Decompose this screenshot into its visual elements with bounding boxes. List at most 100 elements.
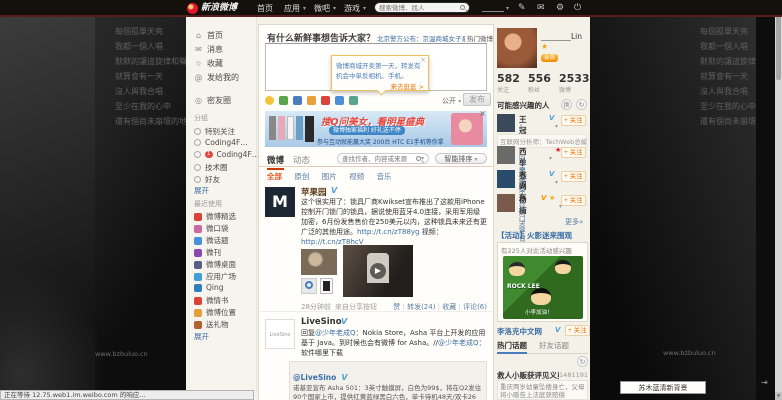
stat-posts[interactable]: 2533微博 (559, 72, 590, 94)
follow-button[interactable]: + 关注 (561, 147, 586, 158)
logout-icon[interactable]: ⏻ (574, 0, 581, 17)
app-item[interactable]: 微情书 (194, 295, 229, 306)
avatar[interactable]: LiveSino (265, 319, 295, 349)
follow-button[interactable]: + 关注 (565, 325, 590, 336)
nav-apps[interactable]: 应用 (284, 0, 300, 17)
weibo-logo-icon[interactable] (187, 3, 198, 14)
sidebar-item-home[interactable]: ⌂首页 (194, 30, 223, 41)
profile-username[interactable]: ________Lin (541, 32, 587, 41)
activity-account-link[interactable]: 李洛克中文网 (497, 326, 542, 337)
feed-search-input[interactable] (342, 155, 416, 163)
caret-down-icon[interactable]: ▾ (506, 0, 509, 17)
image-icon[interactable] (279, 96, 288, 105)
tab-hot-topics[interactable]: 热门话题 (497, 340, 527, 354)
profile-avatar[interactable] (497, 28, 537, 68)
event-icon[interactable] (349, 96, 358, 105)
smart-sort-button[interactable]: 智能排序 ▾ (435, 153, 487, 164)
search-icon[interactable] (460, 5, 465, 10)
poll-icon[interactable] (335, 96, 344, 105)
hot-weibo-link[interactable]: 热门微博 (467, 33, 493, 43)
member-badge[interactable]: 会员 (541, 54, 558, 62)
mention-link[interactable]: @少年老成Q (438, 339, 479, 347)
tab-activity[interactable]: 动态 (293, 154, 310, 166)
stat-following[interactable]: 582关注 (497, 72, 520, 94)
scrollbar-thumb[interactable] (776, 10, 781, 80)
group-coding4f-1[interactable]: Coding4F… (194, 138, 248, 147)
gear-icon[interactable]: ⚙ (556, 0, 564, 17)
dock-collapse-icon[interactable]: ⇥ (761, 378, 768, 387)
follow-button[interactable]: + 关注 (561, 115, 586, 126)
app-item[interactable]: 微博桌面 (194, 259, 236, 270)
global-search[interactable] (374, 2, 470, 13)
feed-search[interactable]: ▾ (337, 153, 429, 164)
tab-friend-topics[interactable]: 好友话题 (539, 340, 569, 351)
app-item[interactable]: 微博精选 (194, 211, 236, 222)
group-coding4f-2[interactable]: 1Coding4F… (194, 150, 259, 159)
composer-notice-link[interactable]: 北京警方公布：京温商城女子系自主坠楼身亡 (377, 33, 465, 43)
app-item[interactable]: 微话题 (194, 235, 229, 246)
nav-games[interactable]: 游戏 (344, 0, 360, 17)
suggestions-more-link[interactable]: 更多» (565, 217, 583, 227)
tab-weibo[interactable]: 微博 (267, 154, 284, 170)
activity-image[interactable]: ROCK LEE 小李加油！ (503, 256, 583, 319)
emoticon-icon[interactable] (265, 96, 274, 105)
sidebar-item-messages[interactable]: ✉消息 (194, 44, 223, 55)
weibo-logo-text[interactable]: 新浪微博 (201, 0, 237, 17)
ad-banner[interactable]: 搜Q问美女，看明星盛典 微博独家福利 好礼送不停 参与互动就能赢大奖 200台 … (265, 111, 487, 147)
sidebar-item-close-friends[interactable]: ◎密友圈 (194, 95, 231, 106)
mini-dropdown[interactable] (482, 11, 504, 12)
scroll-down-arrow[interactable]: ▼ (775, 392, 782, 400)
group-special-follow[interactable]: 特别关注 (194, 126, 235, 137)
post-author[interactable]: LiveSino (301, 317, 342, 327)
scrollbar[interactable]: ▲ ▼ (775, 0, 782, 400)
repost-action[interactable]: 转发(24) (407, 303, 435, 311)
stat-followers[interactable]: 556粉丝 (528, 72, 551, 94)
avatar[interactable] (497, 170, 515, 188)
comment-action[interactable]: 评论(6) (463, 303, 487, 311)
post-image-thumb[interactable] (301, 278, 317, 294)
nav-home[interactable]: 首页 (257, 0, 273, 17)
app-item[interactable]: 微博位置 (194, 307, 236, 318)
filter-original[interactable]: 原创 (294, 172, 309, 181)
groups-expand-link[interactable]: 展开 (194, 185, 209, 196)
app-item[interactable]: 微刊 (194, 247, 221, 258)
refresh-icon[interactable]: ↻ (577, 356, 588, 367)
group-tech[interactable]: 技术圈 (194, 162, 228, 173)
post-video-thumb[interactable]: ▶ (343, 245, 413, 297)
filter-music[interactable]: 音乐 (377, 172, 392, 181)
sidebar-item-sent-to-me[interactable]: @发给我的 (194, 72, 239, 83)
search-icon[interactable] (416, 156, 421, 161)
music-icon[interactable] (321, 96, 330, 105)
sidebar-item-favorites[interactable]: ☆收藏 (194, 58, 223, 69)
group-friends[interactable]: 好友 (194, 174, 220, 185)
app-item[interactable]: 送礼物 (194, 319, 229, 330)
apps-expand-link[interactable]: 展开 (194, 331, 209, 342)
filter-all[interactable]: 全部 (267, 172, 282, 181)
filter-images[interactable]: 图片 (322, 172, 337, 181)
avatar[interactable] (497, 114, 515, 132)
follow-button[interactable]: + 关注 (561, 195, 586, 206)
post-link[interactable]: http://t.cn/zT88yg (357, 228, 420, 236)
activity-header-link[interactable]: 【活动】火影迷来围观 (497, 230, 572, 241)
avatar[interactable] (497, 146, 515, 164)
quoted-author[interactable]: @LiveSino (293, 373, 336, 382)
post-image-thumb[interactable] (301, 249, 337, 275)
close-icon[interactable]: × (420, 56, 426, 64)
app-item[interactable]: 应用广场 (194, 271, 236, 282)
favorite-action[interactable]: 收藏 (442, 303, 456, 311)
visibility-dropdown[interactable]: 公开 ▾ (442, 96, 461, 106)
global-search-input[interactable] (379, 4, 460, 12)
video-icon[interactable] (293, 96, 302, 105)
swap-button[interactable]: 换 (561, 99, 572, 110)
mail-icon[interactable]: ✉ (537, 0, 545, 17)
avatar[interactable]: M (265, 187, 295, 217)
app-item[interactable]: 微口袋 (194, 223, 229, 234)
mention-link[interactable]: @少年老成Q (315, 329, 356, 337)
compose-icon[interactable]: ✎ (518, 0, 526, 17)
post-image-thumb[interactable] (320, 278, 333, 294)
filter-video[interactable]: 视频 (349, 172, 364, 181)
app-item[interactable]: Qing (194, 283, 224, 292)
nav-weiba[interactable]: 微吧 (314, 0, 330, 17)
publish-button[interactable]: 发布 (463, 93, 491, 106)
close-icon[interactable]: × (479, 111, 486, 118)
